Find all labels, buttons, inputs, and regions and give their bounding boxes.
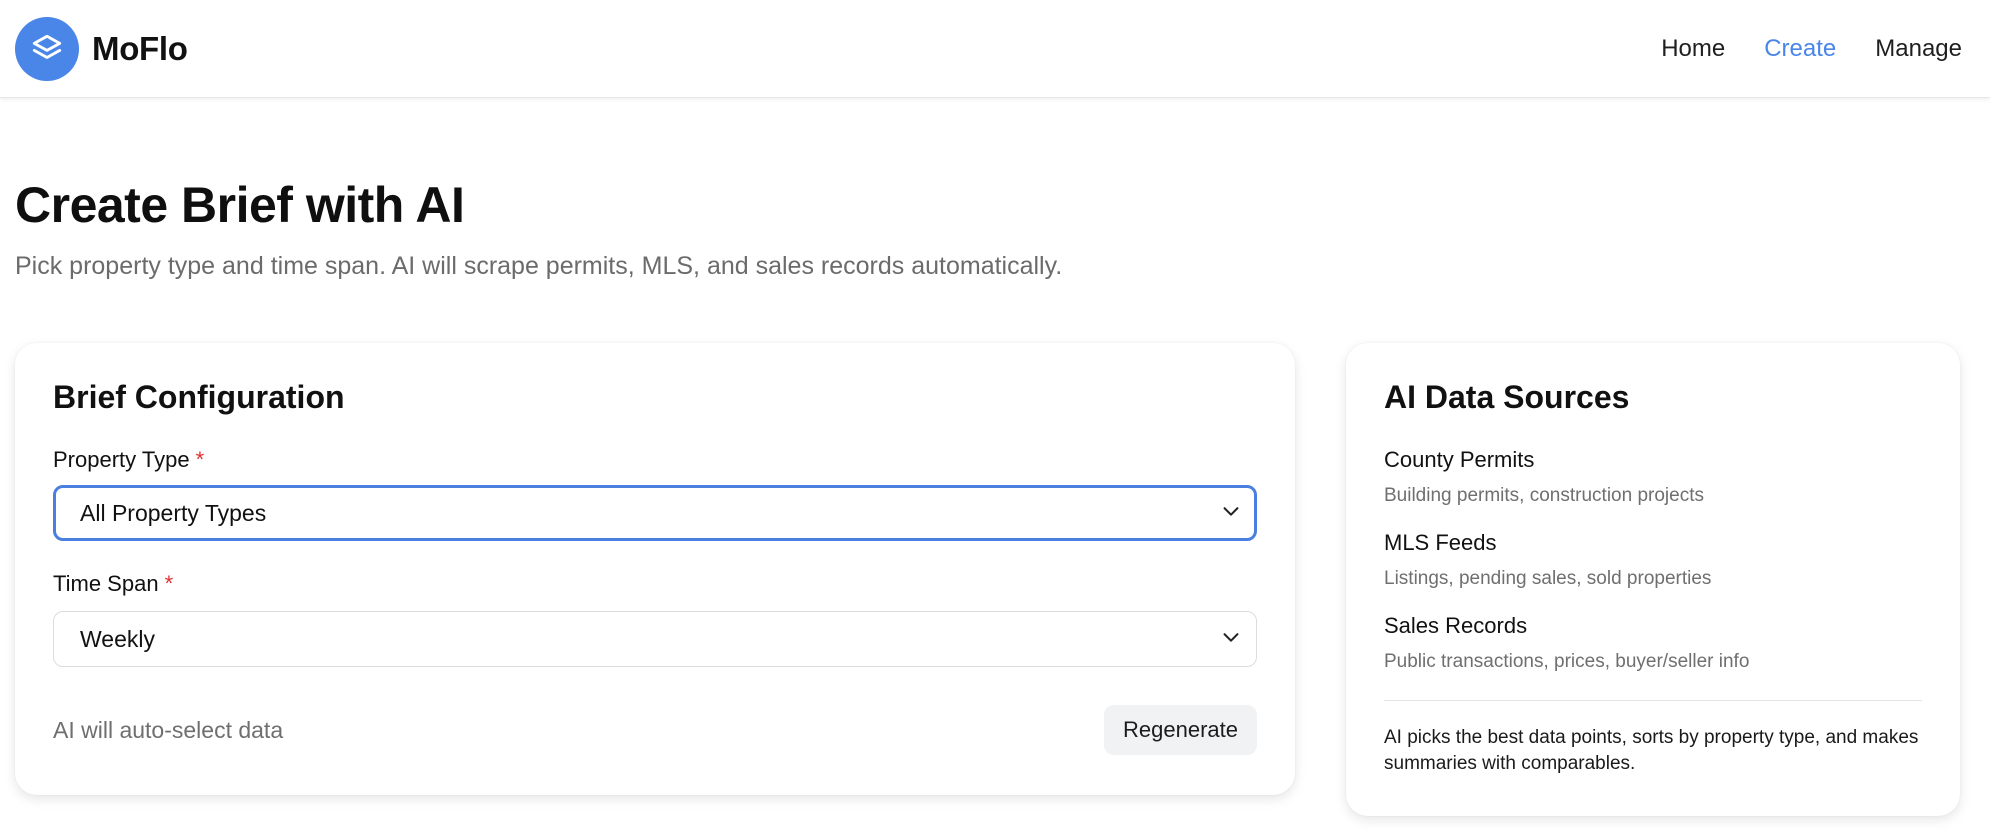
property-type-select[interactable]: All Property Types [53,485,1257,541]
chevron-down-icon [1220,500,1242,527]
source-item: Sales Records Public transactions, price… [1384,613,1749,673]
time-span-value: Weekly [80,625,155,652]
ai-data-sources-card: AI Data Sources County Permits Building … [1346,343,1960,816]
property-type-value: All Property Types [80,499,267,526]
nav-home[interactable]: Home [1661,35,1725,63]
time-span-label: Time Span * [53,571,173,597]
nav-create[interactable]: Create [1764,35,1836,63]
card-title: AI Data Sources [1384,379,1630,415]
property-type-label: Property Type * [53,447,204,473]
source-item: County Permits Building permits, constru… [1384,447,1704,507]
regenerate-button[interactable]: Regenerate [1104,705,1257,755]
time-span-label-text: Time Span [53,571,159,596]
ai-summary-note: AI picks the best data points, sorts by … [1384,727,1919,774]
source-description: Public transactions, prices, buyer/selle… [1384,651,1750,672]
source-description: Building permits, construction projects [1384,485,1704,506]
brand[interactable]: MoFlo [15,16,188,81]
brand-name: MoFlo [92,29,188,67]
layers-icon [15,16,79,81]
required-mark: * [195,447,205,472]
property-type-label-text: Property Type [53,447,190,472]
source-description: Listings, pending sales, sold properties [1384,568,1712,589]
page-subtitle: Pick property type and time span. AI wil… [15,252,1063,280]
chevron-down-icon [1220,626,1242,653]
card-title: Brief Configuration [53,379,345,415]
source-item: MLS Feeds Listings, pending sales, sold … [1384,530,1711,590]
divider [1384,700,1922,701]
brief-configuration-card: Brief Configuration Property Type * All P… [15,343,1295,795]
required-mark: * [164,571,174,596]
source-name: County Permits [1384,447,1535,472]
source-name: Sales Records [1384,613,1528,638]
source-name: MLS Feeds [1384,530,1497,555]
main-nav: Home Create Manage [1661,35,1962,63]
auto-select-note: AI will auto-select data [53,717,284,743]
top-navbar: MoFlo Home Create Manage [0,0,1990,98]
time-span-select[interactable]: Weekly [53,611,1257,667]
page-title: Create Brief with AI [15,177,465,233]
nav-manage[interactable]: Manage [1875,35,1962,63]
